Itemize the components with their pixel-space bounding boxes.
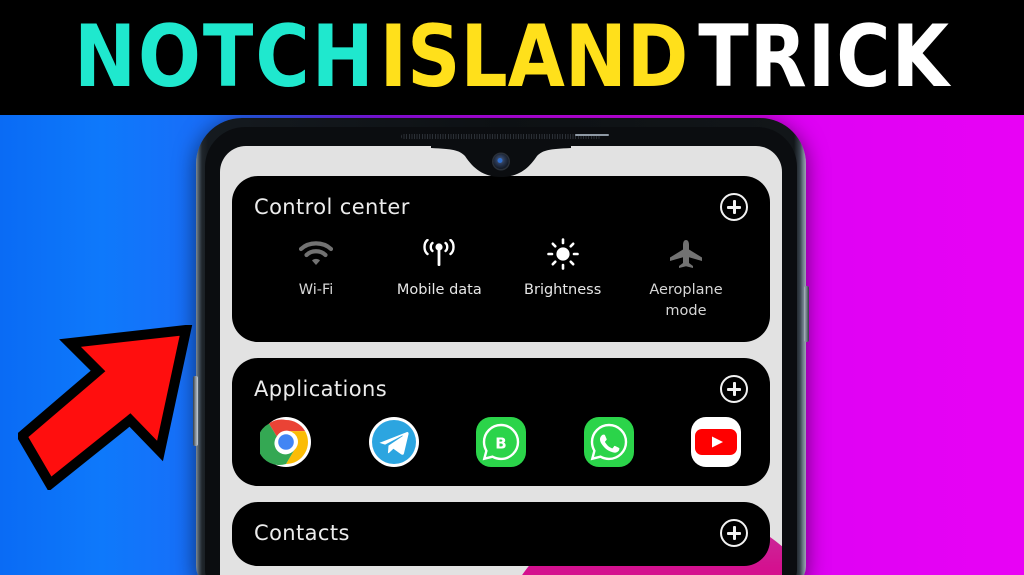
- screenshot-canvas: NOTCH ISLAND TRICK 1 m: [0, 0, 1024, 575]
- panel-header: Control center: [254, 190, 748, 224]
- wifi-icon: [299, 236, 333, 272]
- youtube-icon[interactable]: [690, 416, 742, 468]
- toggle-row: Wi-Fi Mobile data Brightness Aeroplane m…: [254, 224, 748, 326]
- telegram-icon[interactable]: [368, 416, 420, 468]
- title-word-notch: NOTCH: [74, 6, 376, 107]
- chrome-icon[interactable]: [260, 416, 312, 468]
- title-word-island: ISLAND: [379, 6, 689, 107]
- toggle-brightness[interactable]: Brightness: [507, 236, 619, 322]
- toggle-label-brightness: Brightness: [524, 282, 602, 298]
- power-button[interactable]: [804, 286, 809, 342]
- red-arrow-icon: [15, 324, 193, 492]
- panel-control-center[interactable]: Control center Wi-Fi Mobile data Brightn…: [232, 176, 770, 343]
- panel-applications[interactable]: Applications B: [232, 358, 770, 487]
- add-contact-button[interactable]: [720, 519, 748, 548]
- mobile-data-icon: [421, 236, 457, 272]
- panel-title-control-center: Control center: [254, 195, 410, 219]
- toggle-wifi[interactable]: Wi-Fi: [260, 236, 372, 322]
- app-row: B: [254, 406, 748, 470]
- title-text: NOTCH ISLAND TRICK: [74, 13, 950, 99]
- phone-screen: 1 m Control center: [220, 146, 782, 575]
- panel-header: Contacts: [254, 516, 748, 550]
- panel-title-contacts: Contacts: [254, 521, 350, 546]
- panel-title-applications: Applications: [254, 377, 388, 402]
- toggle-aeroplane-mode[interactable]: Aeroplane mode: [630, 236, 742, 322]
- svg-text:B: B: [495, 435, 506, 453]
- add-application-button[interactable]: [720, 375, 748, 404]
- front-camera-icon: [493, 154, 509, 169]
- panel-header: Applications: [254, 372, 748, 406]
- toggle-label-wifi: Wi-Fi: [298, 282, 334, 298]
- earpiece-speaker: [401, 134, 601, 139]
- phone-device: 1 m Control center: [193, 118, 809, 575]
- volume-button[interactable]: [193, 376, 198, 446]
- panel-stack: Control center Wi-Fi Mobile data Brightn…: [232, 176, 770, 575]
- add-control-center-button[interactable]: [720, 193, 748, 221]
- toggle-mobile-data[interactable]: Mobile data: [383, 236, 495, 322]
- brightness-icon: [546, 236, 579, 272]
- toggle-label-mobile-data: Mobile data: [396, 282, 482, 298]
- title-word-trick: TRICK: [698, 6, 950, 107]
- whatsapp-business-icon[interactable]: B: [475, 416, 527, 468]
- title-banner: NOTCH ISLAND TRICK: [0, 0, 1024, 115]
- panel-contacts[interactable]: Contacts: [232, 502, 770, 567]
- speaker-highlight: [575, 134, 609, 136]
- aeroplane-icon: [668, 236, 704, 272]
- whatsapp-icon[interactable]: [583, 416, 635, 468]
- toggle-label-aeroplane-mode: Aeroplane mode: [649, 282, 723, 320]
